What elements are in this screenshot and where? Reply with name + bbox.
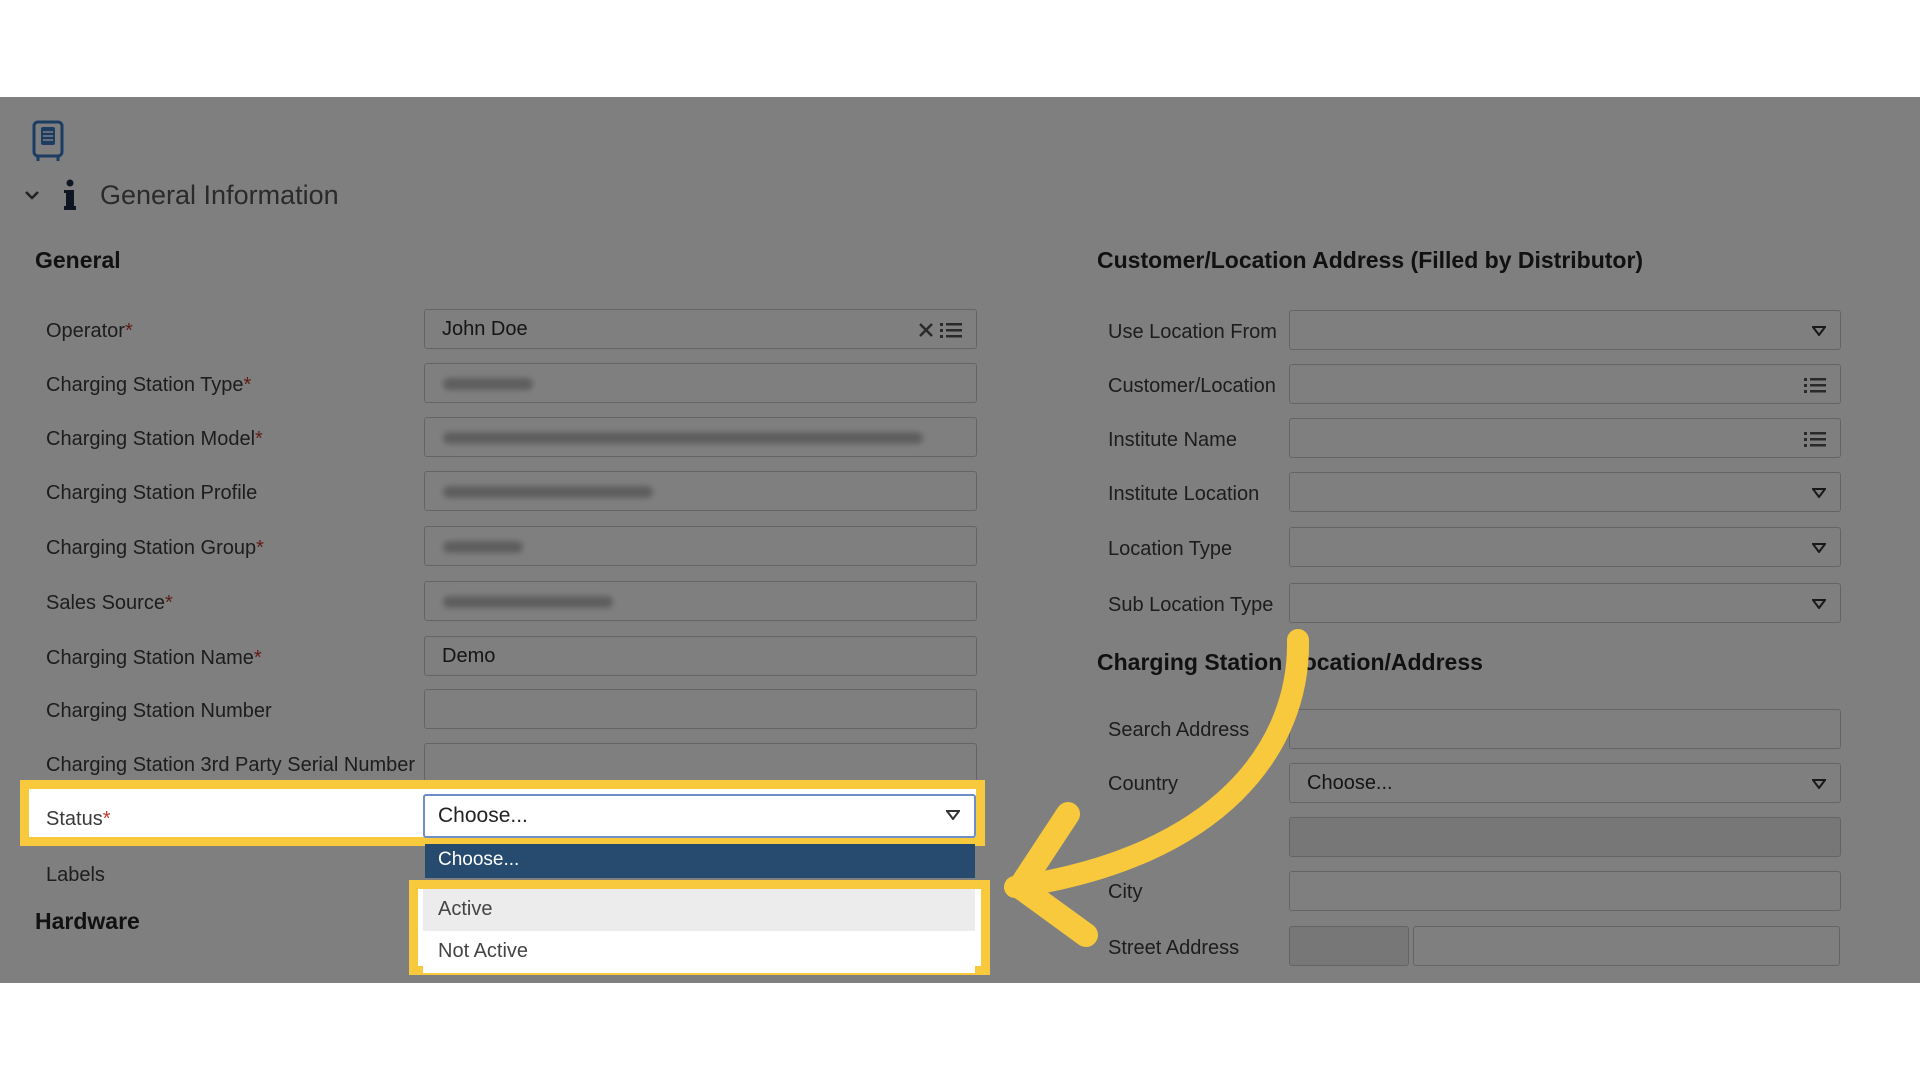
status-select[interactable]: Choose... xyxy=(423,794,976,838)
caret-down-icon xyxy=(1812,779,1826,789)
chevron-down-icon[interactable] xyxy=(22,185,42,205)
caret-down-icon xyxy=(1812,543,1826,553)
use-location-from-select[interactable] xyxy=(1289,310,1841,350)
operator-value: John Doe xyxy=(442,318,528,340)
labels-label: Labels xyxy=(46,864,105,886)
institute-name-field[interactable] xyxy=(1289,418,1841,458)
clear-icon[interactable] xyxy=(918,321,934,339)
state-field[interactable] xyxy=(1289,817,1841,857)
screenshot-area: General Information General Operator* Ch… xyxy=(0,97,1920,983)
status-value: Choose... xyxy=(438,804,528,827)
section-header-general-information[interactable]: General Information xyxy=(22,175,339,215)
sub-location-type-label: Sub Location Type xyxy=(1108,594,1274,616)
location-type-label: Location Type xyxy=(1108,538,1233,560)
third-party-serial-field[interactable] xyxy=(424,743,977,783)
caret-down-icon xyxy=(1812,599,1826,609)
search-address-label: Search Address xyxy=(1108,719,1250,741)
charging-station-icon xyxy=(32,120,64,161)
search-address-field[interactable] xyxy=(1289,709,1841,749)
third-party-serial-label: Charging Station 3rd Party Serial Number xyxy=(46,754,416,776)
list-icon[interactable] xyxy=(1804,376,1826,394)
customer-location-label: Customer/Location xyxy=(1108,375,1276,397)
station-type-label: Charging Station Type* xyxy=(46,374,252,396)
list-icon[interactable] xyxy=(1804,430,1826,448)
station-profile-field[interactable] xyxy=(424,471,977,511)
station-name-field[interactable]: Demo xyxy=(424,636,977,676)
operator-field[interactable]: John Doe xyxy=(424,309,977,349)
city-field[interactable] xyxy=(1289,871,1841,911)
status-label: Status* xyxy=(46,808,111,830)
station-address-heading: Charging Station Location/Address xyxy=(1097,649,1483,675)
list-icon[interactable] xyxy=(940,321,962,339)
station-group-field[interactable] xyxy=(424,526,977,566)
country-label: Country xyxy=(1108,773,1179,795)
dropdown-option-active[interactable]: Active xyxy=(423,889,975,931)
hardware-heading: Hardware xyxy=(35,908,140,934)
country-select[interactable]: Choose... xyxy=(1289,763,1841,803)
station-model-field[interactable] xyxy=(424,417,977,457)
caret-down-icon xyxy=(1812,326,1826,336)
use-location-from-label: Use Location From xyxy=(1108,321,1277,343)
location-type-select[interactable] xyxy=(1289,527,1841,567)
caret-down-icon xyxy=(1812,488,1826,498)
street-address-label: Street Address xyxy=(1108,937,1240,959)
institute-location-select[interactable] xyxy=(1289,472,1841,512)
sub-location-type-select[interactable] xyxy=(1289,583,1841,623)
operator-label: Operator* xyxy=(46,320,133,342)
station-name-label: Charging Station Name* xyxy=(46,647,262,669)
station-number-field[interactable] xyxy=(424,689,977,729)
customer-heading: Customer/Location Address (Filled by Dis… xyxy=(1097,247,1644,273)
info-icon xyxy=(64,179,76,210)
station-profile-label: Charging Station Profile xyxy=(46,482,258,504)
section-title: General Information xyxy=(100,179,339,210)
sales-source-field[interactable] xyxy=(424,581,977,621)
station-number-label: Charging Station Number xyxy=(46,700,272,722)
caret-down-icon xyxy=(946,810,960,820)
street-number-field[interactable] xyxy=(1289,926,1409,966)
sales-source-label: Sales Source* xyxy=(46,592,173,614)
institute-location-label: Institute Location xyxy=(1108,483,1260,505)
city-label: City xyxy=(1108,881,1143,903)
dropdown-option-not-active[interactable]: Not Active xyxy=(423,931,975,973)
station-name-value: Demo xyxy=(442,645,496,667)
country-value: Choose... xyxy=(1307,772,1393,794)
station-model-label: Charging Station Model* xyxy=(46,428,263,450)
street-address-field[interactable] xyxy=(1413,926,1840,966)
dropdown-option-placeholder[interactable]: Choose... xyxy=(425,844,975,878)
station-type-field[interactable] xyxy=(424,363,977,403)
customer-location-field[interactable] xyxy=(1289,364,1841,404)
general-heading: General xyxy=(35,247,121,273)
station-group-label: Charging Station Group* xyxy=(46,537,264,559)
institute-name-label: Institute Name xyxy=(1108,429,1237,451)
